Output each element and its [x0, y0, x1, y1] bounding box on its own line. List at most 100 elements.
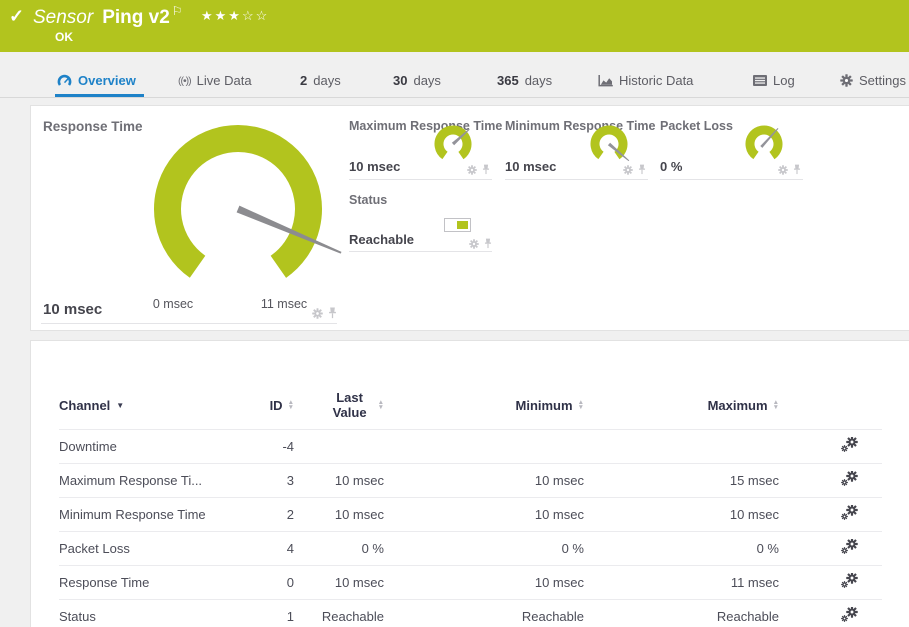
panel-actions: [469, 238, 492, 249]
panel-actions: [778, 164, 801, 175]
channel-maximum: 10 msec: [584, 507, 779, 522]
panel-settings-gear-icon[interactable]: [778, 165, 788, 175]
channel-maximum: 0 %: [584, 541, 779, 556]
gauge-scale-max: 11 msec: [261, 297, 307, 311]
channels-card: Channel ▼ ID ▲▼ Last Value ▲▼ Minimum ▲▼…: [30, 340, 909, 627]
priority-stars[interactable]: ★★★☆☆: [201, 8, 269, 23]
tab-live-data-label: Live Data: [197, 73, 252, 88]
channel-last-value: 10 msec: [294, 507, 384, 522]
channel-settings-gears-icon[interactable]: [841, 437, 858, 453]
panel-pin-icon[interactable]: [328, 307, 337, 319]
table-row[interactable]: Maximum Response Ti... 3 10 msec 10 msec…: [59, 463, 882, 497]
packet-loss-title: Packet Loss: [660, 119, 733, 133]
gauge-scale-min: 0 msec: [153, 297, 193, 311]
column-header-minimum[interactable]: Minimum ▲▼: [384, 398, 584, 413]
tab-historic-data-label: Historic Data: [619, 73, 693, 88]
tab-30-days[interactable]: 30 days: [393, 73, 441, 88]
channel-settings-gears-icon[interactable]: [841, 471, 858, 487]
tab-live-data[interactable]: ((•)) Live Data: [178, 73, 252, 88]
tab-log[interactable]: Log: [753, 73, 795, 88]
mini-panel-column-3: Packet Loss 0 %: [660, 106, 805, 332]
tab-overview[interactable]: Overview: [57, 73, 136, 88]
tab-settings[interactable]: Settings: [840, 73, 906, 88]
channel-maximum: Reachable: [584, 609, 779, 624]
tab-2-days[interactable]: 2 days: [300, 73, 341, 88]
channel-last-value: Reachable: [294, 609, 384, 624]
sensor-status-text: OK: [55, 30, 73, 44]
panel-settings-gear-icon[interactable]: [312, 308, 323, 319]
tab-30-days-number: 30: [393, 73, 407, 88]
channel-name: Status: [59, 609, 226, 624]
panel-actions: [623, 164, 646, 175]
panel-pin-icon[interactable]: [793, 164, 801, 175]
panel-settings-gear-icon[interactable]: [467, 165, 477, 175]
channel-settings-gears-icon[interactable]: [841, 539, 858, 555]
panel-pin-icon[interactable]: [482, 164, 490, 175]
response-time-value: 10 msec: [43, 301, 102, 318]
tab-30-days-unit: days: [413, 73, 440, 88]
max-response-time-gauge: [430, 122, 476, 168]
channel-last-value: 10 msec: [294, 473, 384, 488]
panel-divider: [505, 179, 648, 180]
mini-panel-column-1: Maximum Response Time 10 msec Status Rea…: [349, 106, 494, 332]
column-header-last-value[interactable]: Last Value ▲▼: [294, 390, 384, 420]
tab-365-days[interactable]: 365 days: [497, 73, 552, 88]
status-ok-check-icon: ✓: [9, 6, 24, 27]
prtg-sensor-page: ✓ SensorPing v2⚐ ★★★☆☆ OK Overview ((•))…: [0, 0, 909, 627]
channel-last-value: 10 msec: [294, 575, 384, 590]
channel-minimum: 10 msec: [384, 473, 584, 488]
sensor-name: Ping v2: [102, 7, 170, 28]
table-row[interactable]: Response Time 0 10 msec 10 msec 11 msec: [59, 565, 882, 599]
tab-overview-label: Overview: [78, 73, 136, 88]
sensor-status-bar: ✓ SensorPing v2⚐ ★★★☆☆ OK: [0, 0, 909, 52]
channel-maximum: 15 msec: [584, 473, 779, 488]
channels-table: Channel ▼ ID ▲▼ Last Value ▲▼ Minimum ▲▼…: [59, 381, 882, 627]
response-time-panel-title: Response Time: [43, 119, 143, 134]
panel-divider: [41, 323, 337, 324]
panel-settings-gear-icon[interactable]: [469, 239, 479, 249]
min-response-time-gauge: [586, 122, 636, 170]
stars-empty: ☆☆: [242, 8, 269, 23]
channel-id: 1: [226, 609, 294, 624]
channel-id: 0: [226, 575, 294, 590]
max-response-time-title: Maximum Response Time: [349, 119, 502, 133]
response-time-gauge: [151, 124, 381, 294]
table-row[interactable]: Status 1 Reachable Reachable Reachable: [59, 599, 882, 627]
tab-bar: Overview ((•)) Live Data 2 days 30 days …: [0, 52, 909, 98]
table-row[interactable]: Packet Loss 4 0 % 0 % 0 %: [59, 531, 882, 565]
channel-settings-gears-icon[interactable]: [841, 607, 858, 623]
sort-icon: ▲▼: [773, 400, 779, 410]
column-header-channel[interactable]: Channel ▼: [59, 398, 226, 413]
channel-name: Packet Loss: [59, 541, 226, 556]
column-header-id[interactable]: ID ▲▼: [226, 398, 294, 413]
channel-settings-gears-icon[interactable]: [841, 505, 858, 521]
channel-last-value: 0 %: [294, 541, 384, 556]
status-toggle-indicator: [444, 218, 471, 232]
column-header-maximum[interactable]: Maximum ▲▼: [584, 398, 779, 413]
tab-2-days-number: 2: [300, 73, 307, 88]
table-row[interactable]: Downtime -4: [59, 429, 882, 463]
panel-pin-icon[interactable]: [638, 164, 646, 175]
overview-card: Response Time 0 msec 11 msec 10 msec Max…: [30, 105, 909, 331]
tab-historic-data[interactable]: Historic Data: [598, 73, 693, 88]
channel-id: -4: [226, 439, 294, 454]
max-response-time-value: 10 msec: [349, 159, 400, 174]
panel-divider: [349, 251, 492, 252]
panel-settings-gear-icon[interactable]: [623, 165, 633, 175]
sensor-title: SensorPing v2⚐ ★★★☆☆: [33, 4, 269, 29]
panel-divider: [660, 179, 803, 180]
channel-minimum: 0 %: [384, 541, 584, 556]
flag-icon[interactable]: ⚐: [172, 4, 183, 18]
table-header-row: Channel ▼ ID ▲▼ Last Value ▲▼ Minimum ▲▼…: [59, 381, 882, 429]
log-icon: [753, 75, 767, 86]
channel-minimum: 10 msec: [384, 507, 584, 522]
packet-loss-value: 0 %: [660, 159, 682, 174]
min-response-time-value: 10 msec: [505, 159, 556, 174]
tab-365-days-number: 365: [497, 73, 519, 88]
channel-settings-gears-icon[interactable]: [841, 573, 858, 589]
panel-pin-icon[interactable]: [484, 238, 492, 249]
channel-name: Maximum Response Ti...: [59, 473, 226, 488]
table-row[interactable]: Minimum Response Time 2 10 msec 10 msec …: [59, 497, 882, 531]
channel-id: 3: [226, 473, 294, 488]
channel-name: Downtime: [59, 439, 226, 454]
